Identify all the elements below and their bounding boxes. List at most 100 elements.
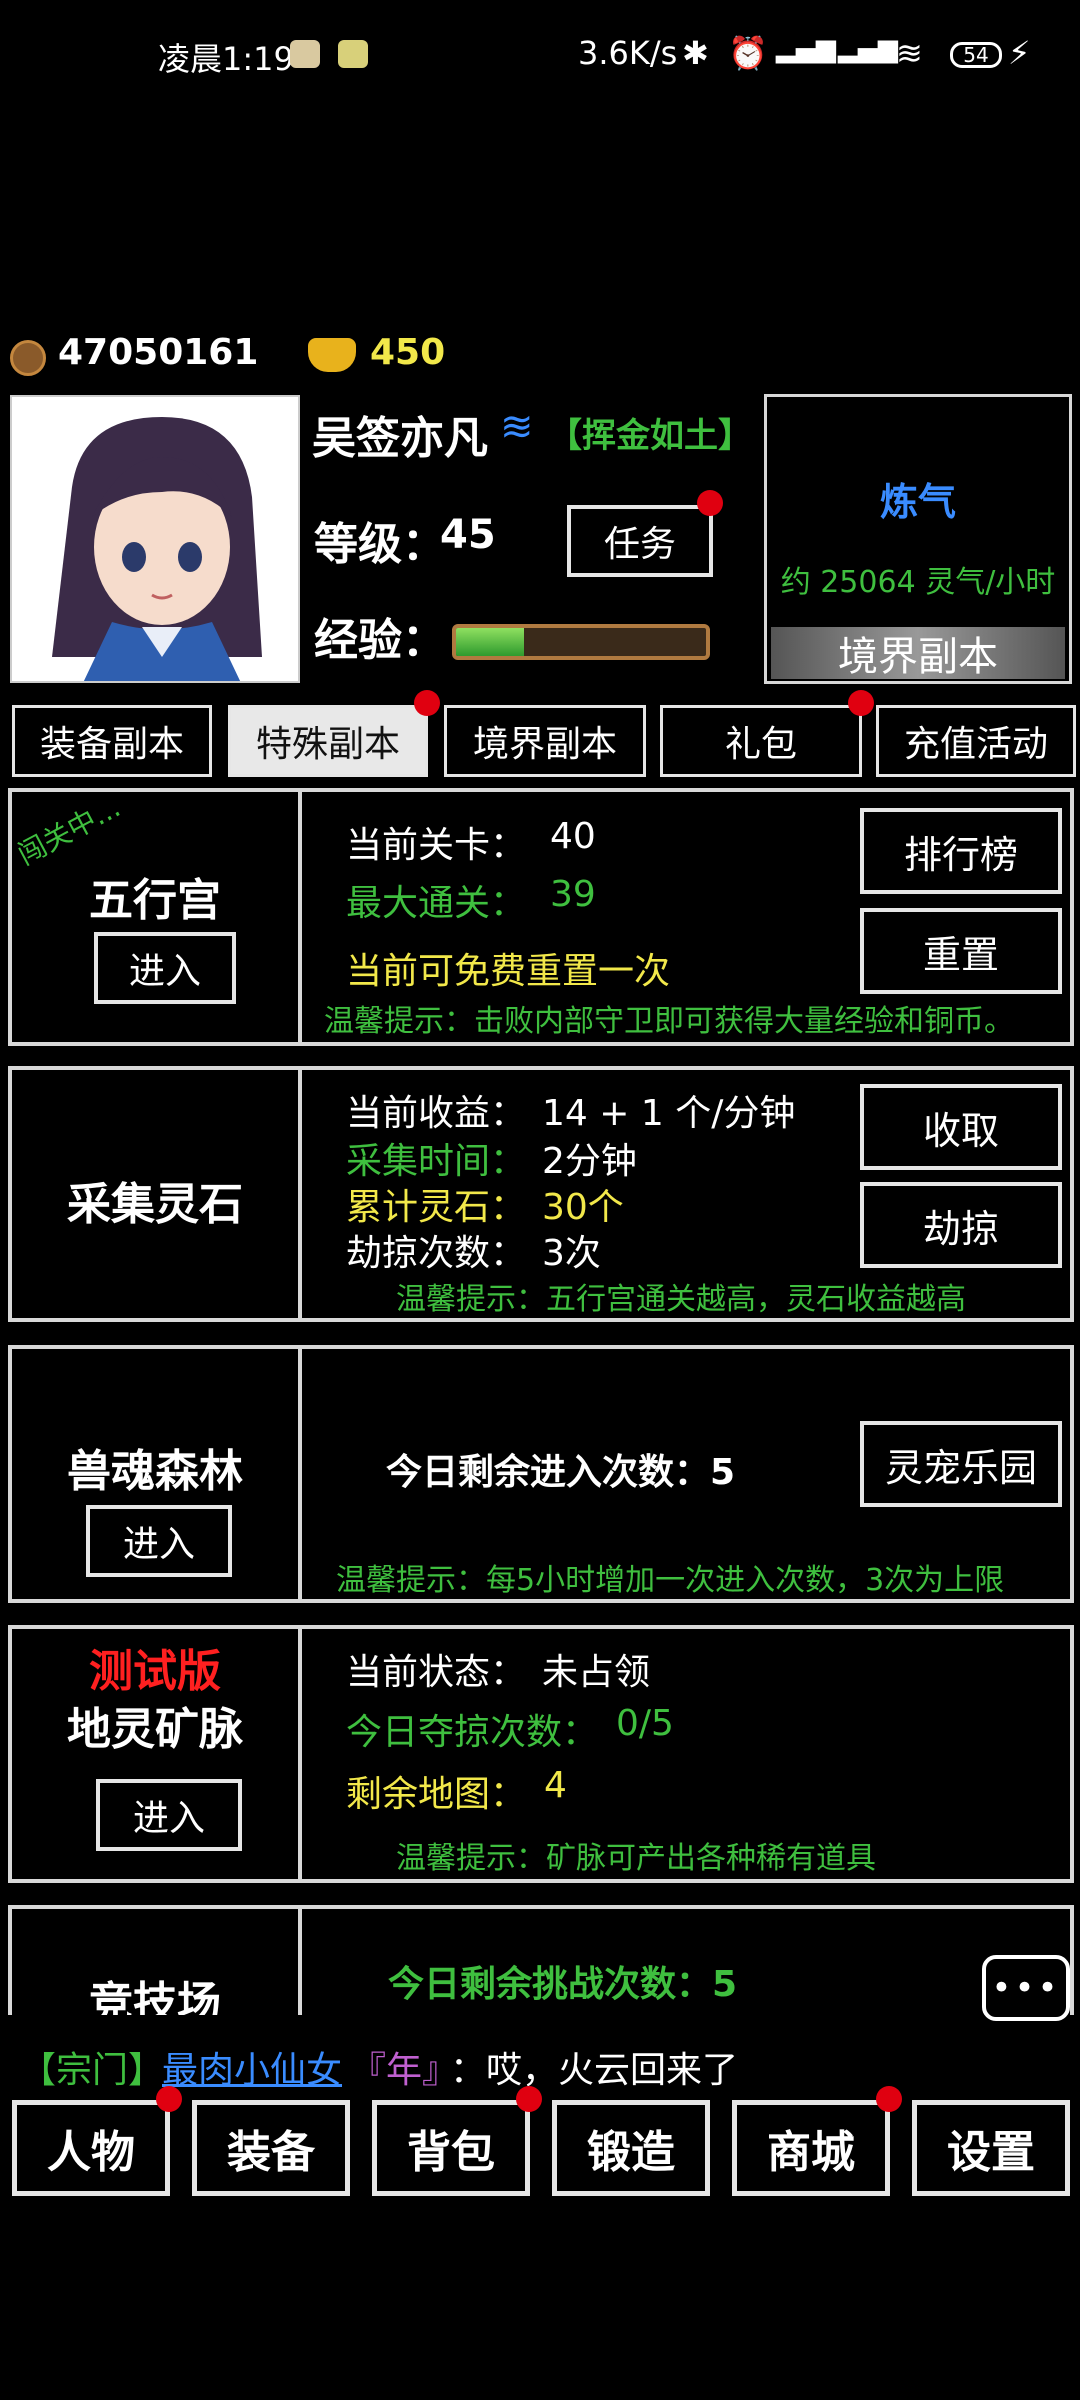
mine-state-value: 未占领 — [542, 1652, 651, 1693]
exp-label: 经验： — [314, 615, 446, 666]
wifi-icon: ≋ — [896, 34, 923, 72]
app-icon-2 — [338, 40, 368, 68]
nav-shop[interactable]: 商城 — [732, 2100, 890, 2196]
enter-label: 进入 — [122, 1524, 195, 1565]
forest-remaining: 今日剩余进入次数：5 — [386, 1452, 736, 1493]
tab-equipment-dungeon[interactable]: 装备副本 — [12, 705, 212, 777]
nav-label: 锻造 — [587, 2127, 675, 2178]
nav-notify-dot-3 — [876, 2086, 902, 2112]
nav-label: 商城 — [767, 2127, 855, 2178]
realm-name: 炼气 — [879, 480, 956, 524]
rob-button[interactable]: 劫掠 — [860, 1182, 1062, 1268]
collect-tip: 温馨提示：五行宫通关越高，灵石收益越高 — [396, 1282, 966, 1317]
tab-special-dungeon[interactable]: 特殊副本 — [228, 705, 428, 777]
leaderboard-label: 排行榜 — [903, 832, 1018, 877]
tab-label: 境界副本 — [472, 724, 617, 765]
nav-backpack[interactable]: 背包 — [372, 2100, 530, 2196]
task-button-label: 任务 — [603, 524, 676, 565]
collect-spirit-stone-panel: 采集灵石 当前收益： 14 + 1 个/分钟 采集时间： 2分钟 累计灵石： 3… — [8, 1066, 1074, 1322]
signal-hd-icon-2: ▂▄▆ — [838, 34, 898, 64]
forest-enter-button[interactable]: 进入 — [86, 1505, 232, 1577]
battery-icon: 54 — [950, 42, 1002, 68]
rob-count-value: 3次 — [542, 1233, 601, 1274]
app-icon-1 — [290, 40, 320, 68]
mine-maps-value: 4 — [544, 1765, 567, 1806]
earth-spirit-mine-panel: 测试版 地灵矿脉 进入 当前状态： 未占领 今日夺掠次数： 0/5 剩余地图： … — [8, 1625, 1074, 1883]
panel-divider — [298, 1629, 302, 1879]
leaderboard-button[interactable]: 排行榜 — [860, 808, 1062, 894]
mine-rob-value: 0/5 — [616, 1703, 674, 1744]
panel-divider — [298, 792, 302, 1042]
collect-title: 采集灵石 — [67, 1179, 243, 1230]
tab-notify-dot-2 — [848, 690, 874, 716]
realm-rate: 约 25064 灵气/小时 — [780, 565, 1056, 600]
chat-user-title: 『年』 — [350, 2050, 459, 2091]
player-title: 【挥金如土】 — [548, 416, 752, 456]
nav-label: 人物 — [47, 2127, 135, 2178]
collect-button[interactable]: 收取 — [860, 1084, 1062, 1170]
task-button[interactable]: 任务 — [567, 505, 713, 577]
nav-character[interactable]: 人物 — [12, 2100, 170, 2196]
nav-label: 背包 — [407, 2127, 495, 2178]
level-label: 等级： — [314, 519, 446, 570]
tab-label: 礼包 — [724, 724, 797, 765]
chat-user[interactable]: 最肉小仙女 — [162, 2041, 342, 2093]
avatar-portrait — [52, 417, 262, 681]
task-notify-dot — [697, 490, 723, 516]
collect-time-value: 2分钟 — [542, 1141, 637, 1182]
mine-tip: 温馨提示：矿脉可产出各种稀有道具 — [396, 1841, 876, 1876]
enter-label: 进入 — [128, 951, 201, 992]
reset-label: 重置 — [922, 932, 999, 977]
copper-coin-icon — [10, 340, 46, 376]
collect-label: 收取 — [922, 1108, 999, 1153]
rob-count-label: 劫掠次数： — [346, 1233, 527, 1274]
total-stone-value: 30个 — [542, 1187, 624, 1228]
alarm-icon: ⏰ — [728, 34, 768, 72]
tab-gift-pack[interactable]: 礼包 — [660, 705, 862, 777]
coin-count: 47050161 — [58, 332, 259, 373]
chat-bubble-icon[interactable]: ••• — [982, 1955, 1070, 2021]
nav-settings[interactable]: 设置 — [912, 2100, 1070, 2196]
charging-icon: ⚡ — [1008, 34, 1031, 72]
avatar[interactable] — [10, 395, 300, 683]
mine-maps-label: 剩余地图： — [346, 1774, 527, 1815]
wuxing-title: 五行宫 — [89, 875, 221, 926]
mine-enter-button[interactable]: 进入 — [96, 1779, 242, 1851]
pet-park-button[interactable]: 灵宠乐园 — [860, 1421, 1062, 1507]
tab-label: 特殊副本 — [255, 724, 400, 765]
realm-box: 炼气 约 25064 灵气/小时 境界副本 — [764, 394, 1072, 684]
realm-dungeon-button-label: 境界副本 — [838, 634, 998, 680]
free-reset-text: 当前可免费重置一次 — [346, 951, 671, 992]
nav-forge[interactable]: 锻造 — [552, 2100, 710, 2196]
panel-divider — [298, 1349, 302, 1599]
rob-label: 劫掠 — [922, 1206, 999, 1251]
tab-label: 装备副本 — [39, 724, 184, 765]
tab-realm-dungeon[interactable]: 境界副本 — [444, 705, 646, 777]
reset-button[interactable]: 重置 — [860, 908, 1062, 994]
wuxing-tip: 温馨提示：击败内部守卫即可获得大量经验和铜币。 — [324, 1004, 1014, 1039]
tab-recharge-event[interactable]: 充值活动 — [876, 705, 1076, 777]
mine-rob-label: 今日夺掠次数： — [346, 1712, 599, 1753]
arena-remaining: 今日剩余挑战次数：5 — [388, 1964, 738, 2005]
wuxing-palace-panel: 闯关中... 五行宫 进入 当前关卡： 40 最大通关： 39 当前可免费重置一… — [8, 788, 1074, 1046]
chat-message: ：哎，火云回来了 — [450, 2050, 739, 2091]
realm-dungeon-button[interactable]: 境界副本 — [771, 627, 1065, 680]
bluetooth-icon: ✱ — [682, 34, 709, 72]
mine-state-label: 当前状态： — [346, 1652, 527, 1693]
panel-divider — [298, 1070, 302, 1318]
nav-notify-dot — [156, 2086, 182, 2112]
status-time: 凌晨1:19 — [158, 40, 294, 78]
beast-soul-forest-panel: 兽魂森林 进入 今日剩余进入次数：5 温馨提示：每5小时增加一次进入次数，3次为… — [8, 1345, 1074, 1603]
gold-ingot-icon — [308, 338, 356, 372]
forest-tip: 温馨提示：每5小时增加一次进入次数，3次为上限 — [336, 1563, 1005, 1598]
network-speed: 3.6K/s — [578, 34, 678, 72]
nav-equipment[interactable]: 装备 — [192, 2100, 350, 2196]
gold-count: 450 — [370, 332, 446, 373]
player-name: 吴签亦凡 — [312, 413, 488, 464]
enter-label: 进入 — [132, 1798, 205, 1839]
nav-notify-dot-2 — [516, 2086, 542, 2112]
nav-label: 装备 — [227, 2127, 315, 2178]
wuxing-enter-button[interactable]: 进入 — [94, 932, 236, 1004]
income-value: 14 + 1 个/分钟 — [542, 1093, 796, 1134]
pet-park-label: 灵宠乐园 — [884, 1445, 1037, 1490]
